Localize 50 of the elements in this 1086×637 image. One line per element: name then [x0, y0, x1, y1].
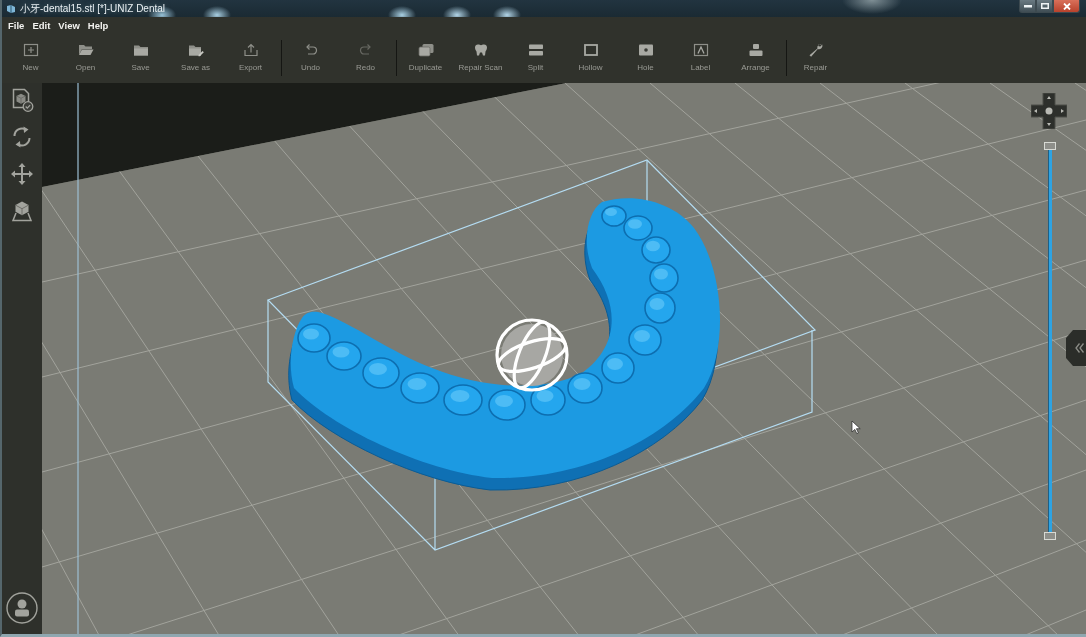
upload-tray-icon [242, 43, 259, 57]
toolbar-button[interactable]: Save as [168, 34, 223, 77]
collapse-panel-button[interactable] [1066, 330, 1086, 366]
slider-handle[interactable] [1044, 532, 1056, 540]
close-icon [1062, 2, 1071, 10]
double-chevron-icon [1074, 343, 1084, 353]
maximize-icon [1040, 3, 1049, 9]
toolbar-button[interactable]: Save [113, 34, 168, 77]
move-arrows-icon[interactable] [10, 162, 34, 186]
toolbar-button[interactable]: Repair [788, 34, 843, 77]
toolbar-button[interactable]: Repair Scan [453, 34, 508, 77]
split-bars-icon [527, 43, 544, 57]
stacked-squares-icon [417, 43, 434, 57]
toolbar-button[interactable]: Duplicate [398, 34, 453, 77]
user-account-icon[interactable] [6, 592, 38, 624]
cube-on-stand-icon[interactable] [10, 199, 34, 223]
toolbar-button[interactable]: Undo [283, 34, 338, 77]
toolbar-button[interactable]: New [3, 34, 58, 77]
stacked-blocks-icon [747, 43, 764, 57]
view-navigation-pad[interactable] [1031, 93, 1067, 129]
folder-pencil-icon [187, 43, 204, 57]
folder-icon [77, 43, 94, 57]
closed-folder-icon [132, 43, 149, 57]
app-icon [6, 3, 16, 14]
mouse-pointer-icon [851, 420, 861, 434]
close-button[interactable] [1053, 0, 1080, 13]
rotate-gizmo[interactable] [495, 318, 569, 392]
toolbar-button[interactable]: Split [508, 34, 563, 77]
document-check-icon[interactable] [10, 88, 34, 112]
toolbar-button[interactable]: Label [673, 34, 728, 77]
hollow-square-icon [582, 43, 599, 57]
window-title: 小牙-dental15.stl [*]-UNIZ Dental [20, 2, 166, 15]
toolbar-button[interactable]: Arrange [728, 34, 783, 77]
toolbar-button[interactable]: Hole [618, 34, 673, 77]
plus-square-icon [22, 43, 39, 57]
toolbar-button[interactable]: Open [58, 34, 113, 77]
slider-handle[interactable] [1044, 142, 1056, 150]
tooth-icon [472, 43, 489, 57]
menu-item[interactable]: Edit [28, 19, 55, 32]
menu-item[interactable]: File [4, 19, 29, 32]
minimize-icon [1023, 4, 1032, 8]
maximize-button[interactable] [1036, 0, 1053, 13]
minimize-button[interactable] [1019, 0, 1036, 13]
menu-item[interactable]: Help [83, 19, 113, 32]
toolbar-button[interactable]: Hollow [563, 34, 618, 77]
toolbar-button[interactable]: Redo [338, 34, 393, 77]
toolbar-button[interactable]: Export [223, 34, 278, 77]
menu-item[interactable]: View [54, 19, 84, 32]
framed-caret-icon [692, 43, 709, 57]
wrench-icon [807, 43, 824, 57]
